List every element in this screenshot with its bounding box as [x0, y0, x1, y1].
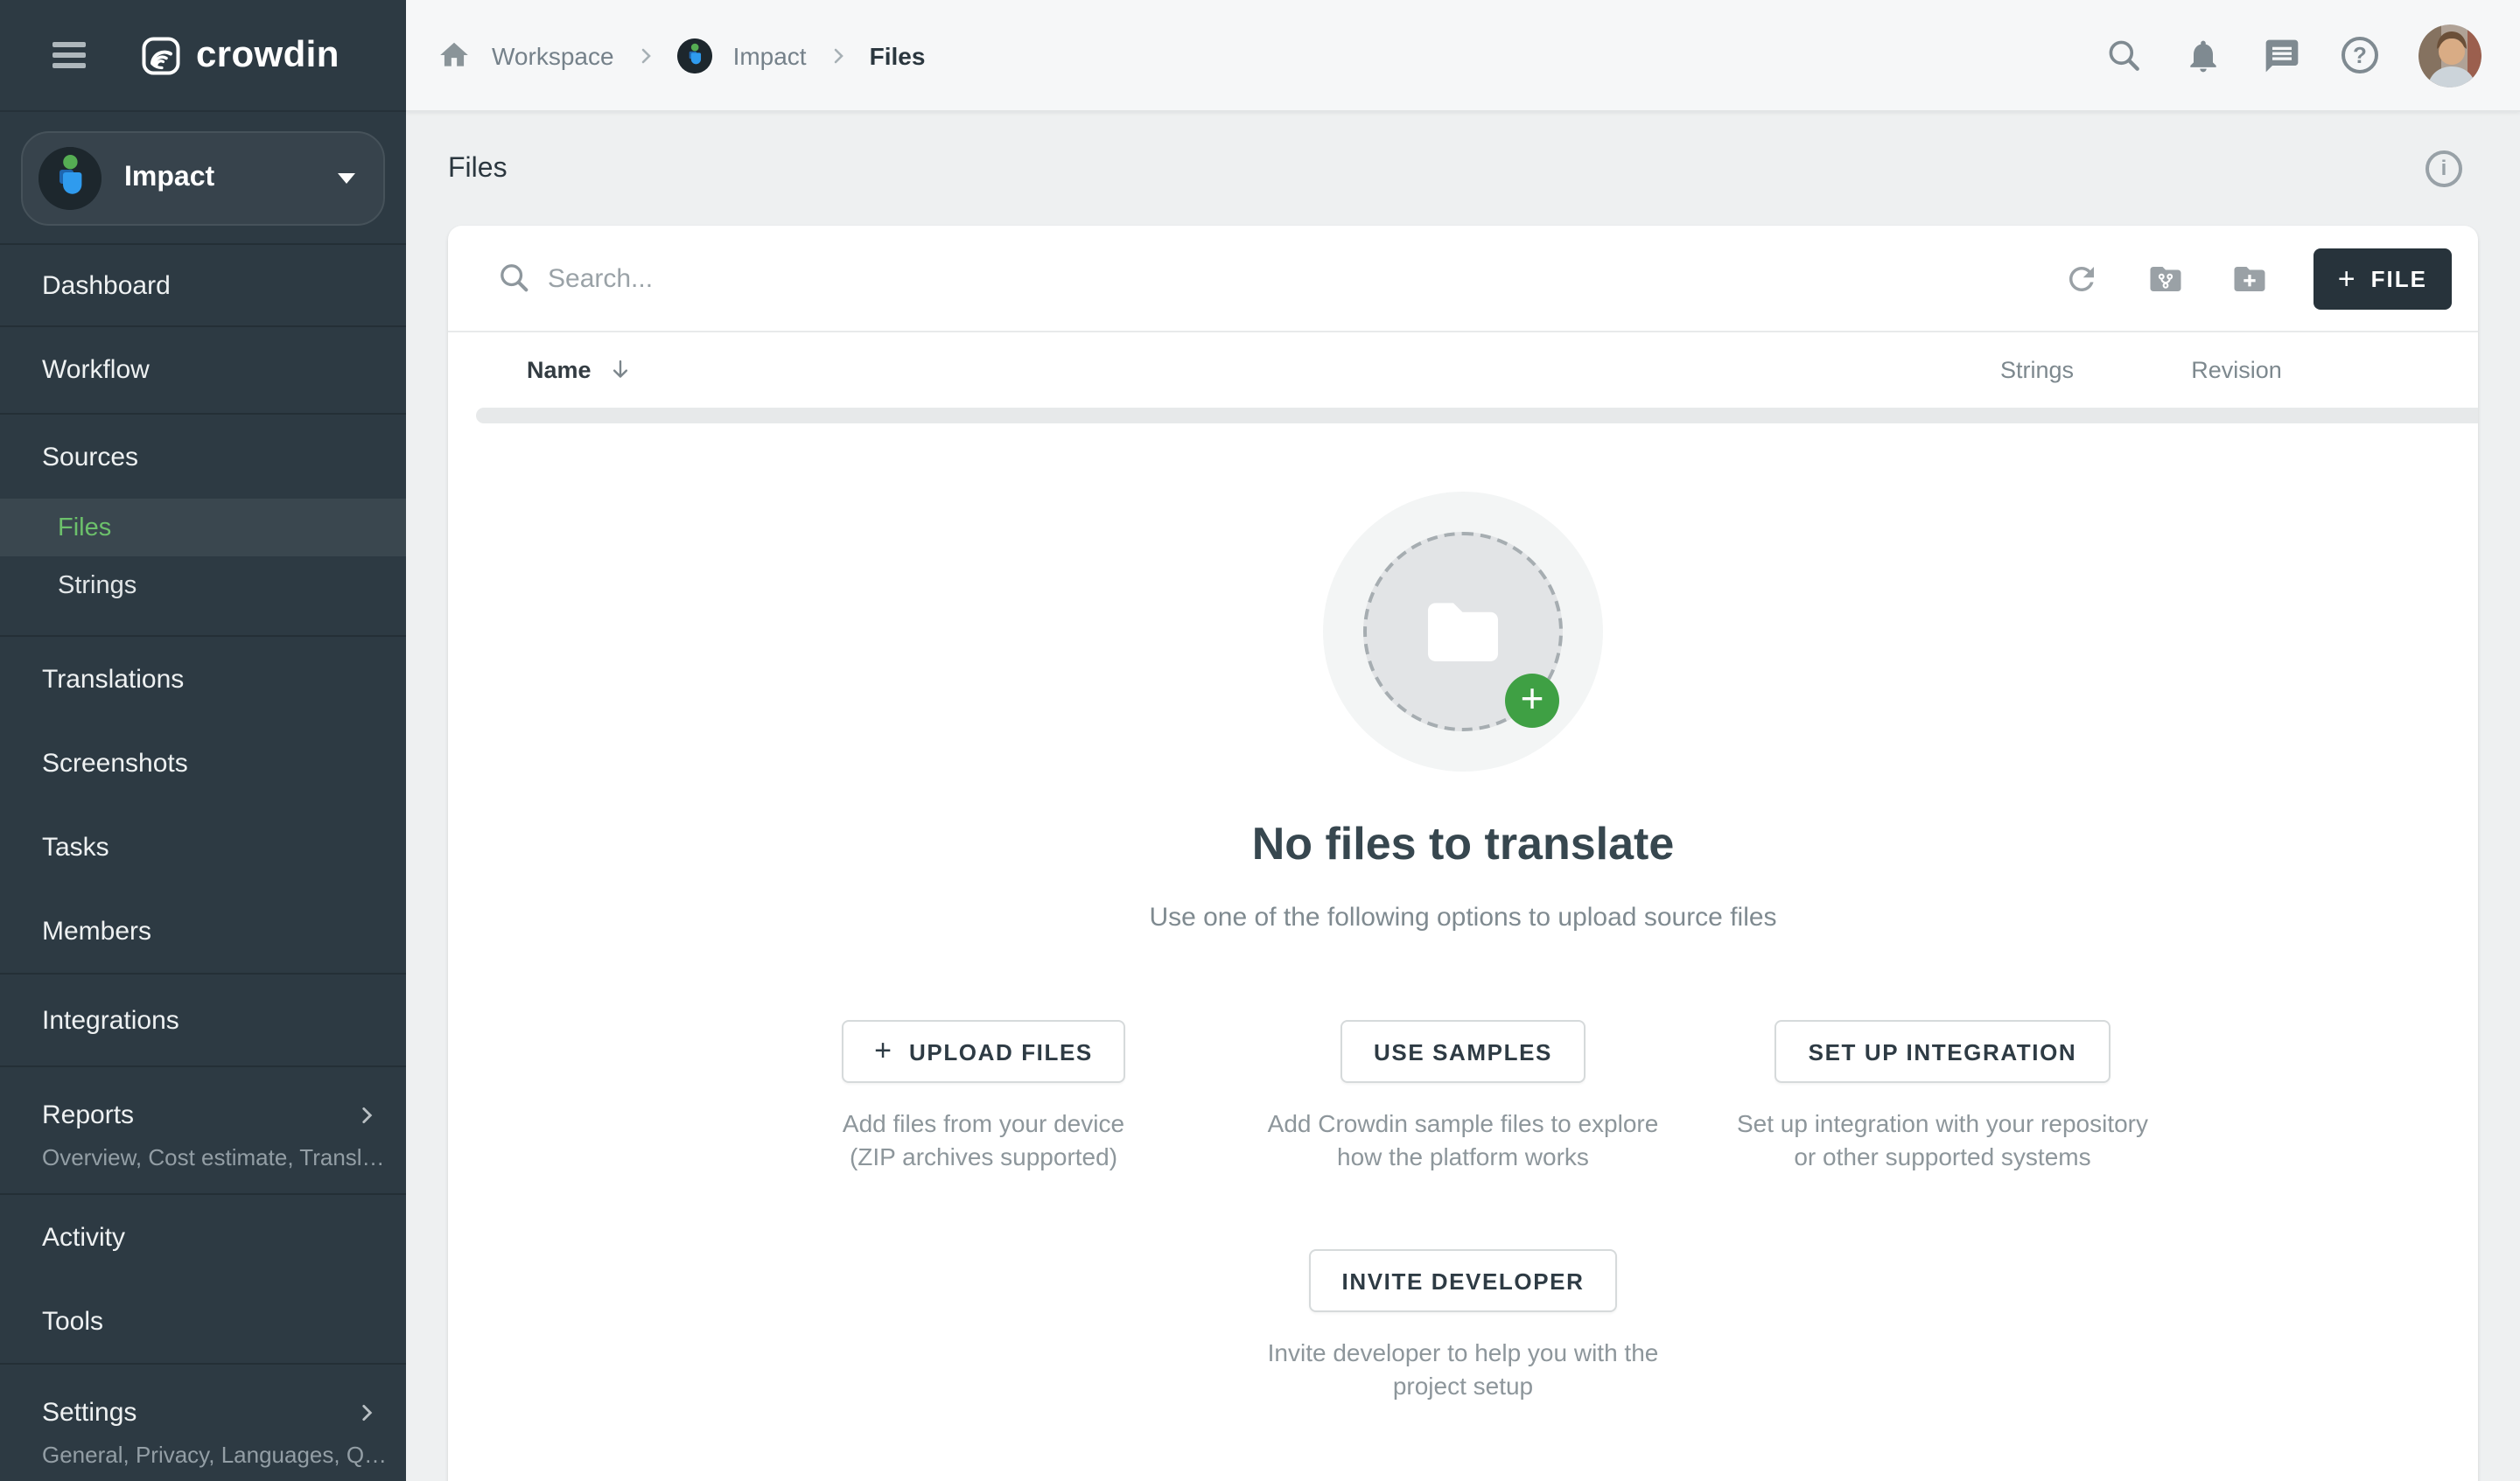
column-header-name[interactable]: Name — [527, 357, 634, 383]
setup-integration-button[interactable]: SET UP INTEGRATION — [1775, 1020, 2110, 1083]
page-title: Files — [448, 153, 508, 185]
empty-state-subtitle: Use one of the following options to uplo… — [448, 903, 2478, 933]
empty-folder-illustration: + — [1323, 492, 1603, 772]
setup-integration-description: Set up integration with your repository … — [1724, 1107, 2161, 1174]
breadcrumb: Workspace Impact Files — [438, 38, 925, 73]
sidebar-item-strings[interactable]: Strings — [0, 556, 406, 614]
search-box — [497, 261, 2016, 296]
use-samples-option: USE SAMPLES Add Crowdin sample files to … — [1223, 1020, 1703, 1174]
breadcrumb-workspace[interactable]: Workspace — [492, 41, 614, 69]
search-icon[interactable] — [2105, 36, 2144, 74]
sidebar-item-files[interactable]: Files — [0, 499, 406, 556]
sidebar-item-reports-sublabel: Overview, Cost estimate, Transl… — [0, 1144, 406, 1193]
empty-state: + No files to translate Use one of the f… — [448, 423, 2478, 1403]
sidebar-item-screenshots[interactable]: Screenshots — [0, 721, 406, 805]
chevron-right-icon — [355, 1401, 378, 1423]
empty-state-title: No files to translate — [448, 817, 2478, 871]
main-area: Workspace Impact Files ? — [406, 0, 2520, 1481]
project-avatar — [38, 147, 102, 210]
files-card: + FILE Name Strings Revision — [448, 226, 2478, 1481]
upload-files-button[interactable]: + UPLOAD FILES — [841, 1020, 1126, 1083]
sidebar-item-settings-sublabel: General, Privacy, Languages, Q… — [0, 1442, 406, 1481]
sidebar-nav: Dashboard Workflow Sources Files Strings… — [0, 245, 406, 1481]
content-area: Files i + FILE — [406, 112, 2520, 1481]
project-selector[interactable]: Impact — [21, 131, 385, 226]
breadcrumb-current-page: Files — [870, 41, 926, 69]
column-header-revision: Revision — [2137, 357, 2336, 383]
topbar: Workspace Impact Files ? — [406, 0, 2520, 112]
crowdin-wordmark: crowdin — [196, 34, 340, 76]
use-samples-description: Add Crowdin sample files to explore how … — [1244, 1107, 1682, 1174]
files-table-header: Name Strings Revision — [448, 331, 2478, 408]
sidebar-item-tools[interactable]: Tools — [0, 1279, 406, 1363]
empty-state-actions: + UPLOAD FILES Add files from your devic… — [448, 1020, 2478, 1174]
column-header-strings: Strings — [1937, 357, 2137, 383]
sidebar-item-tasks[interactable]: Tasks — [0, 805, 406, 889]
help-icon[interactable]: ? — [2342, 37, 2378, 73]
sidebar-item-integrations[interactable]: Integrations — [0, 975, 406, 1065]
crowdin-logo-icon — [142, 36, 180, 74]
plus-icon: + — [874, 1034, 892, 1069]
use-samples-button[interactable]: USE SAMPLES — [1340, 1020, 1586, 1083]
chevron-right-icon — [635, 45, 656, 66]
add-file-button[interactable]: + FILE — [2314, 248, 2452, 309]
user-avatar[interactable] — [2418, 24, 2482, 87]
info-icon[interactable]: i — [2426, 150, 2462, 187]
chevron-down-icon — [338, 173, 355, 184]
hamburger-menu-icon[interactable] — [52, 36, 86, 73]
refresh-icon[interactable] — [2063, 260, 2100, 297]
home-icon[interactable] — [438, 38, 471, 72]
crowdin-app: crowdin Impact Dashboard Workflow Source… — [0, 0, 2520, 1481]
sidebar-item-reports[interactable]: Reports — [0, 1085, 406, 1144]
project-name: Impact — [124, 163, 214, 194]
sort-descending-icon — [607, 357, 634, 383]
setup-integration-option: SET UP INTEGRATION Set up integration wi… — [1703, 1020, 2182, 1174]
plus-icon: + — [2338, 263, 2357, 293]
invite-developer-option: INVITE DEVELOPER Invite developer to hel… — [448, 1249, 2478, 1403]
toolbar-actions: + FILE — [2016, 248, 2452, 309]
table-header-strip — [476, 408, 2478, 423]
topbar-icons: ? — [2105, 24, 2482, 87]
breadcrumb-project[interactable]: Impact — [733, 41, 807, 69]
sidebar-item-activity[interactable]: Activity — [0, 1195, 406, 1279]
search-icon — [497, 261, 532, 296]
screen: crowdin Impact Dashboard Workflow Source… — [0, 0, 2520, 1481]
folder-icon — [1419, 596, 1507, 667]
table-minor-columns: Strings Revision — [1937, 357, 2336, 383]
sidebar-item-workflow[interactable]: Workflow — [0, 327, 406, 413]
project-selector-section: Impact — [0, 112, 406, 245]
sidebar-item-sources[interactable]: Sources — [0, 415, 406, 499]
sidebar-header: crowdin — [0, 0, 406, 112]
sidebar: crowdin Impact Dashboard Workflow Source… — [0, 0, 406, 1481]
sidebar-item-dashboard[interactable]: Dashboard — [0, 245, 406, 325]
page-header: Files i — [448, 112, 2478, 226]
breadcrumb-project-avatar — [677, 38, 712, 73]
chevron-right-icon — [828, 45, 849, 66]
files-toolbar: + FILE — [448, 226, 2478, 331]
search-input[interactable] — [532, 263, 1267, 293]
messages-icon[interactable] — [2263, 36, 2301, 74]
sidebar-item-translations[interactable]: Translations — [0, 637, 406, 721]
invite-developer-description: Invite developer to help you with the pr… — [1256, 1337, 1670, 1403]
sidebar-item-members[interactable]: Members — [0, 889, 406, 973]
invite-developer-button[interactable]: INVITE DEVELOPER — [1309, 1249, 1618, 1312]
add-folder-icon[interactable] — [2231, 260, 2268, 297]
add-files-plus-badge[interactable]: + — [1505, 674, 1559, 728]
chevron-right-icon — [355, 1103, 378, 1126]
notifications-bell-icon[interactable] — [2184, 36, 2222, 74]
branch-folder-icon[interactable] — [2147, 260, 2184, 297]
crowdin-logo[interactable]: crowdin — [142, 34, 340, 76]
upload-files-option: + UPLOAD FILES Add files from your devic… — [744, 1020, 1223, 1174]
sidebar-item-settings[interactable]: Settings — [0, 1382, 406, 1442]
upload-files-description: Add files from your device (ZIP archives… — [817, 1107, 1150, 1174]
